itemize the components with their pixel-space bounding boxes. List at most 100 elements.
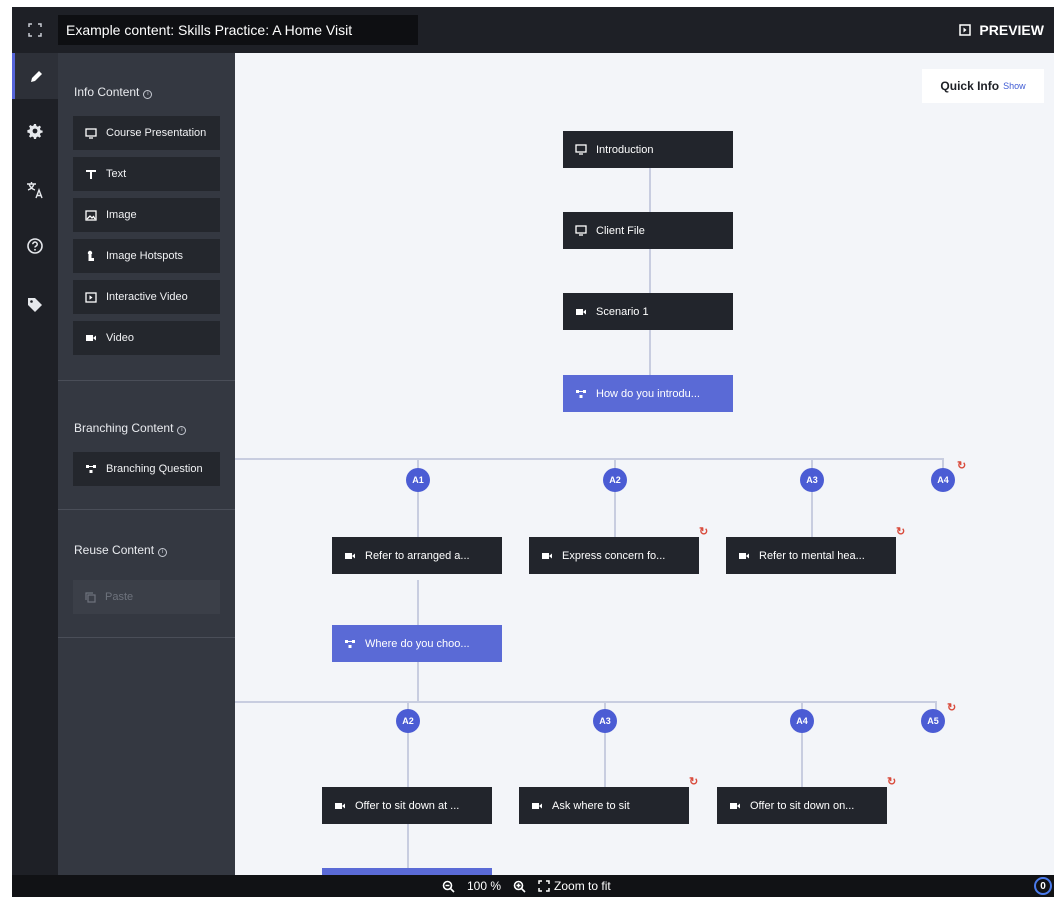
sidebar-item-translate[interactable] bbox=[12, 167, 58, 213]
zoom-controls: 100 % Zoom to fit bbox=[442, 875, 611, 897]
alternative-badge[interactable]: A1 bbox=[406, 468, 430, 492]
node-a2[interactable]: Express concern fo... bbox=[529, 537, 699, 574]
panel-divider bbox=[58, 380, 235, 381]
fullscreen-button[interactable] bbox=[12, 7, 58, 53]
info-icon[interactable]: i bbox=[143, 90, 153, 99]
node-branching-question-1[interactable]: How do you introdu... bbox=[563, 375, 733, 412]
presentation-icon bbox=[85, 127, 97, 139]
presentation-icon bbox=[575, 225, 587, 236]
node-a1[interactable]: Refer to arranged a... bbox=[332, 537, 502, 574]
alternative-badge[interactable]: A4 bbox=[790, 709, 814, 733]
translate-icon bbox=[27, 182, 43, 199]
node-introduction[interactable]: Introduction bbox=[563, 131, 733, 168]
loop-icon: ↻ bbox=[957, 460, 967, 472]
quick-info-show-link[interactable]: Show bbox=[1003, 81, 1026, 91]
video-icon bbox=[576, 308, 586, 315]
top-bar: Example content: Skills Practice: A Home… bbox=[12, 7, 1054, 53]
connector-line bbox=[649, 168, 651, 375]
loop-icon: ↻ bbox=[896, 526, 906, 538]
hotspot-icon bbox=[87, 250, 94, 261]
branching-icon bbox=[345, 639, 355, 648]
video-icon bbox=[86, 335, 96, 341]
quick-info-title: Quick Info bbox=[940, 79, 1000, 93]
paste-icon bbox=[85, 591, 96, 603]
interactive-video-button[interactable]: Interactive Video bbox=[73, 280, 220, 314]
alternative-badge[interactable]: A4 bbox=[931, 468, 955, 492]
node-a3[interactable]: Refer to mental hea... bbox=[726, 537, 896, 574]
connector-line bbox=[417, 662, 419, 702]
alternative-badge[interactable]: A3 bbox=[800, 468, 824, 492]
image-button[interactable]: Image bbox=[73, 198, 220, 232]
pencil-icon bbox=[30, 71, 42, 82]
connector-line bbox=[407, 824, 409, 869]
video-icon bbox=[345, 552, 355, 559]
content-title[interactable]: Example content: Skills Practice: A Home… bbox=[58, 15, 418, 45]
text-button[interactable]: Text bbox=[73, 157, 220, 191]
node-b2[interactable]: Offer to sit down at ... bbox=[322, 787, 492, 824]
preview-button[interactable]: PREVIEW bbox=[959, 7, 1044, 53]
video-icon bbox=[730, 802, 740, 809]
zoom-to-fit-button[interactable]: Zoom to fit bbox=[538, 879, 611, 893]
branching-content-heading: Branching Content i bbox=[74, 421, 187, 435]
video-icon bbox=[532, 802, 542, 809]
loop-icon: ↻ bbox=[699, 526, 709, 538]
sidebar-item-help[interactable] bbox=[12, 223, 58, 269]
preview-label: PREVIEW bbox=[979, 22, 1044, 38]
connector-line bbox=[235, 458, 944, 460]
loop-icon: ↻ bbox=[689, 776, 699, 788]
panel-divider bbox=[58, 637, 235, 638]
branching-question-button[interactable]: Branching Question bbox=[73, 452, 220, 486]
course-presentation-button[interactable]: Course Presentation bbox=[73, 116, 220, 150]
branching-canvas[interactable]: Quick Info Show Introduction Client File bbox=[235, 53, 1054, 875]
alternative-badge[interactable]: A3 bbox=[593, 709, 617, 733]
node-b3[interactable]: Ask where to sit bbox=[519, 787, 689, 824]
sidebar-item-settings[interactable] bbox=[12, 108, 58, 154]
bottom-bar: 100 % Zoom to fit 0 bbox=[12, 875, 1054, 897]
preview-icon bbox=[959, 24, 972, 36]
notification-counter[interactable]: 0 bbox=[1034, 877, 1052, 895]
node-branching-question-2[interactable]: Where do you choo... bbox=[332, 625, 502, 662]
quick-info-box[interactable]: Quick Info Show bbox=[922, 69, 1044, 103]
info-icon[interactable]: i bbox=[158, 548, 168, 557]
alternative-badge[interactable]: A2 bbox=[396, 709, 420, 733]
video-icon bbox=[739, 552, 749, 559]
video-icon bbox=[335, 802, 345, 809]
panel-divider bbox=[58, 509, 235, 510]
zoom-in-icon[interactable] bbox=[513, 880, 526, 893]
zoom-out-icon[interactable] bbox=[442, 880, 455, 893]
gear-icon bbox=[27, 124, 43, 139]
video-button[interactable]: Video bbox=[73, 321, 220, 355]
sidebar-item-edit[interactable] bbox=[12, 53, 58, 99]
fullscreen-icon bbox=[28, 23, 42, 37]
image-icon bbox=[85, 209, 97, 221]
node-scenario-1[interactable]: Scenario 1 bbox=[563, 293, 733, 330]
left-sidebar bbox=[12, 53, 58, 897]
image-hotspots-button[interactable]: Image Hotspots bbox=[73, 239, 220, 273]
help-icon bbox=[27, 238, 43, 254]
tag-icon bbox=[28, 298, 42, 312]
zoom-level: 100 % bbox=[467, 879, 502, 893]
video-icon bbox=[542, 552, 552, 559]
interactive-video-icon bbox=[85, 291, 97, 303]
node-branching-question-3[interactable] bbox=[322, 868, 492, 875]
reuse-content-heading: Reuse Content i bbox=[74, 543, 168, 557]
node-client-file[interactable]: Client File bbox=[563, 212, 733, 249]
branching-icon bbox=[86, 465, 96, 473]
text-icon bbox=[86, 169, 96, 179]
alternative-badge[interactable]: A5 bbox=[921, 709, 945, 733]
fullscreen-icon bbox=[538, 880, 550, 892]
loop-icon: ↻ bbox=[947, 702, 957, 714]
loop-icon: ↻ bbox=[887, 776, 897, 788]
connector-line bbox=[235, 701, 937, 703]
info-icon[interactable]: i bbox=[177, 426, 187, 435]
sidebar-item-tags[interactable] bbox=[12, 282, 58, 328]
branching-scenario-editor: Example content: Skills Practice: A Home… bbox=[12, 7, 1054, 897]
content-panel: Info Content i Course Presentation Text I… bbox=[58, 53, 235, 875]
paste-button[interactable]: Paste bbox=[73, 580, 220, 614]
info-content-heading: Info Content i bbox=[74, 85, 153, 99]
presentation-icon bbox=[575, 144, 587, 155]
branching-icon bbox=[576, 389, 586, 398]
node-b4[interactable]: Offer to sit down on... bbox=[717, 787, 887, 824]
connector-line bbox=[417, 580, 419, 625]
alternative-badge[interactable]: A2 bbox=[603, 468, 627, 492]
